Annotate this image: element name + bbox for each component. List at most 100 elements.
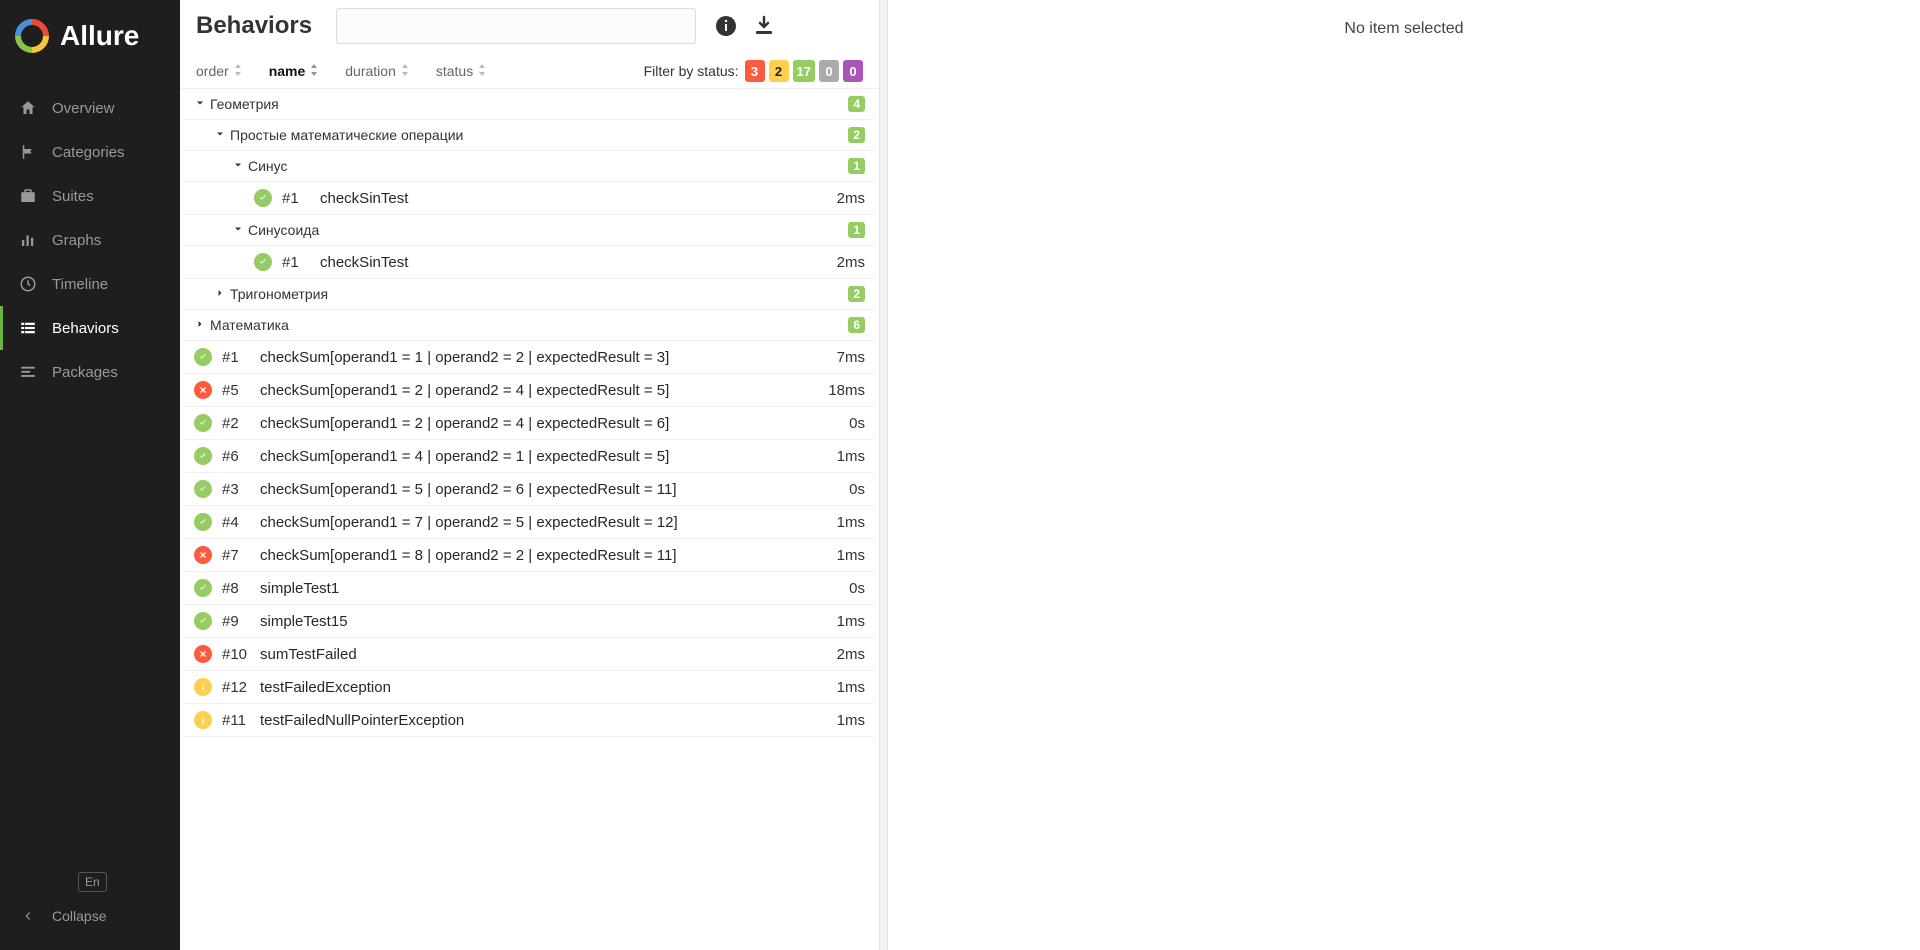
- test-number: #1: [282, 254, 310, 271]
- test-duration: 7ms: [837, 349, 865, 366]
- group-label: Тригонометрия: [230, 286, 328, 302]
- count-badge: 2: [848, 286, 865, 302]
- splitter[interactable]: [880, 0, 888, 950]
- filter-broken[interactable]: 2: [769, 60, 789, 82]
- tree-group[interactable]: Синусоида 1: [184, 215, 875, 246]
- test-number: #2: [222, 415, 250, 432]
- test-number: #12: [222, 679, 250, 696]
- status-passed-icon: [194, 348, 212, 366]
- status-broken-icon: [194, 711, 212, 729]
- sidebar-item-overview[interactable]: Overview: [0, 86, 180, 130]
- test-name: sumTestFailed: [260, 646, 837, 663]
- group-label: Синусоида: [248, 222, 319, 238]
- test-row[interactable]: #3checkSum[operand1 = 5 | operand2 = 6 |…: [184, 473, 875, 506]
- status-broken-icon: [194, 678, 212, 696]
- test-name: testFailedNullPointerException: [260, 712, 837, 729]
- test-row[interactable]: #5 checkSum[operand1 = 2 | operand2 = 4 |…: [184, 374, 875, 407]
- test-row[interactable]: #11 testFailedNullPointerException1ms: [184, 704, 875, 737]
- header-actions: [714, 14, 776, 38]
- tree-group[interactable]: Математика6: [184, 310, 875, 341]
- test-row[interactable]: #1checkSum[operand1 = 1 | operand2 = 2 |…: [184, 341, 875, 374]
- sidebar-item-label: Behaviors: [52, 320, 119, 337]
- filter-failed[interactable]: 3: [745, 60, 765, 82]
- sort-caret-icon: [477, 63, 487, 79]
- list-icon: [18, 318, 38, 338]
- test-duration: 1ms: [837, 448, 865, 465]
- sidebar-item-label: Suites: [52, 188, 94, 205]
- group-label: Геометрия: [210, 96, 279, 112]
- filter-unknown[interactable]: 0: [843, 60, 863, 82]
- collapse-button[interactable]: Collapse: [0, 892, 180, 940]
- info-icon[interactable]: [714, 14, 738, 38]
- sidebar-item-suites[interactable]: Suites: [0, 174, 180, 218]
- count-badge: 1: [848, 222, 865, 238]
- test-name: checkSum[operand1 = 2 | operand2 = 4 | e…: [260, 415, 849, 432]
- tree-group[interactable]: Синус1: [184, 151, 875, 182]
- tree-panel[interactable]: Behaviors ordernamedurationstatus Filter…: [180, 0, 880, 950]
- test-row[interactable]: #9simpleTest151ms: [184, 605, 875, 638]
- test-row[interactable]: #2 checkSum[operand1 = 2 | operand2 = 4 |…: [184, 407, 875, 440]
- chevron-icon: [214, 127, 224, 143]
- status-passed-icon: [254, 189, 272, 207]
- sorter-duration[interactable]: duration: [345, 63, 410, 79]
- sorter-status[interactable]: status: [436, 63, 487, 79]
- test-row[interactable]: #12testFailedException1ms: [184, 671, 875, 704]
- download-icon[interactable]: [752, 14, 776, 38]
- sidebar-item-graphs[interactable]: Graphs: [0, 218, 180, 262]
- detail-panel: No item selected: [888, 0, 1920, 950]
- filter-passed[interactable]: 17: [793, 60, 815, 82]
- test-duration: 1ms: [837, 679, 865, 696]
- test-duration: 2ms: [837, 646, 865, 663]
- count-badge: 1: [848, 158, 865, 174]
- test-row[interactable]: #10sumTestFailed2ms: [184, 638, 875, 671]
- sorter-row: order name duration status Filter by status…: [180, 50, 879, 89]
- test-row[interactable]: #8simpleTest10s: [184, 572, 875, 605]
- test-name: checkSum[operand1 = 2 | operand2 = 4 | e…: [260, 382, 828, 399]
- lang-button[interactable]: En: [78, 872, 107, 892]
- sort-caret-icon: [309, 63, 319, 79]
- chevron-icon: [214, 286, 224, 302]
- app-root: Allure Overview Categories Suites GraphsTim…: [0, 0, 1920, 950]
- brand[interactable]: Allure: [0, 0, 180, 76]
- test-name: checkSum[operand1 = 8 | operand2 = 2 | e…: [260, 547, 837, 564]
- test-row[interactable]: #4checkSum[operand1 = 7 | operand2 = 5 |…: [184, 506, 875, 539]
- test-number: #5: [222, 382, 250, 399]
- test-number: #11: [222, 712, 250, 729]
- sort-caret-icon: [400, 63, 410, 79]
- test-duration: 2ms: [837, 254, 865, 271]
- sorter-name[interactable]: name: [269, 63, 320, 79]
- test-number: #7: [222, 547, 250, 564]
- test-duration: 0s: [849, 415, 865, 432]
- test-row[interactable]: #1checkSinTest2ms: [184, 246, 875, 279]
- sidebar-item-categories[interactable]: Categories: [0, 130, 180, 174]
- collapse-label: Collapse: [52, 908, 106, 924]
- filter-label: Filter by status:: [644, 63, 739, 79]
- group-label: Простые математические операции: [230, 127, 463, 143]
- sidebar-item-behaviors[interactable]: Behaviors: [0, 306, 180, 350]
- tree-group[interactable]: Геометрия4: [184, 89, 875, 120]
- test-duration: 1ms: [837, 712, 865, 729]
- test-duration: 0s: [849, 580, 865, 597]
- test-number: #3: [222, 481, 250, 498]
- test-duration: 1ms: [837, 514, 865, 531]
- test-row[interactable]: #7 checkSum[operand1 = 8 | operand2 = 2 |…: [184, 539, 875, 572]
- tree-group[interactable]: Простые математические операции2: [184, 120, 875, 151]
- test-duration: 0s: [849, 481, 865, 498]
- filter-skipped[interactable]: 0: [819, 60, 839, 82]
- status-passed-icon: [194, 612, 212, 630]
- test-name: simpleTest1: [260, 580, 849, 597]
- search-input[interactable]: [336, 8, 696, 44]
- sidebar-item-label: Categories: [52, 144, 125, 161]
- chevron-icon: [232, 222, 242, 238]
- status-failed-icon: [194, 645, 212, 663]
- test-row[interactable]: #6checkSum[operand1 = 4 | operand2 = 1 |…: [184, 440, 875, 473]
- sidebar-nav: Overview Categories Suites GraphsTimeline Be…: [0, 76, 180, 862]
- sidebar-item-packages[interactable]: Packages: [0, 350, 180, 394]
- test-number: #9: [222, 613, 250, 630]
- sorter-order[interactable]: order: [196, 63, 243, 79]
- sidebar-item-timeline[interactable]: Timeline: [0, 262, 180, 306]
- tree-group[interactable]: Тригонометрия 2: [184, 279, 875, 310]
- sort-caret-icon: [233, 63, 243, 79]
- test-row[interactable]: #1checkSinTest2ms: [184, 182, 875, 215]
- test-name: checkSum[operand1 = 1 | operand2 = 2 | e…: [260, 349, 837, 366]
